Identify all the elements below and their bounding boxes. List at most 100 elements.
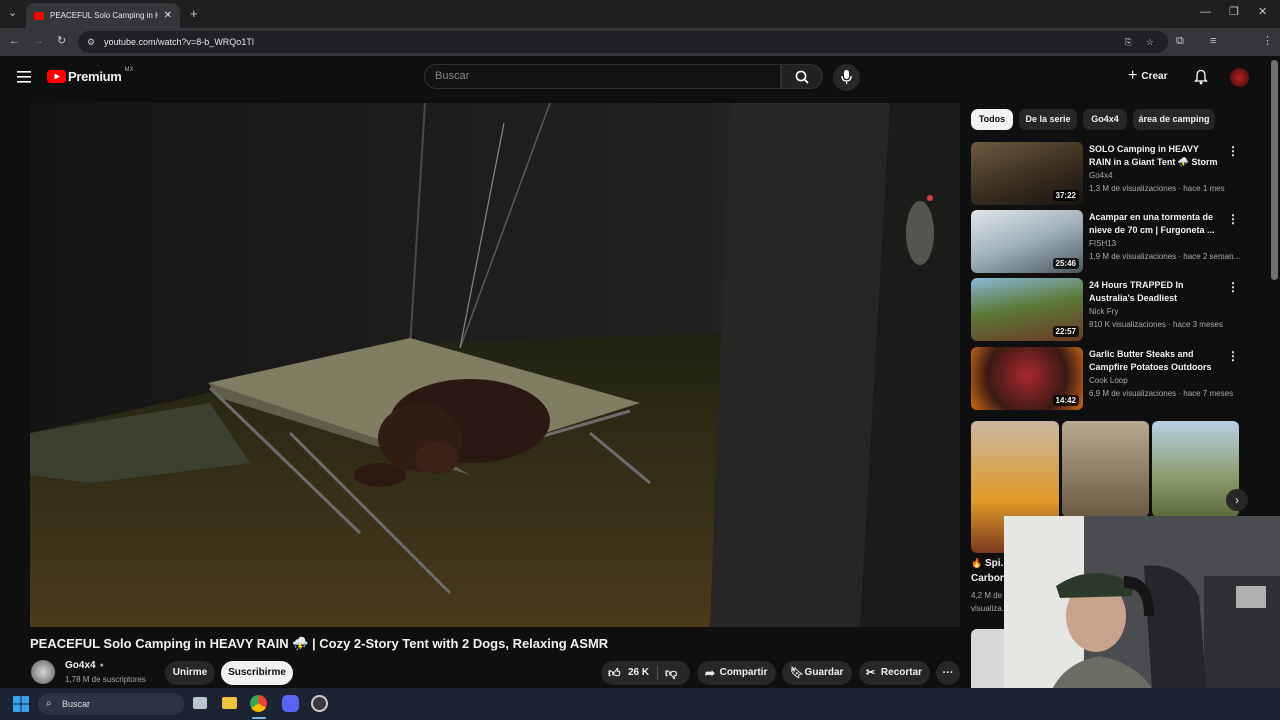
recommendation-thumbnail[interactable]: 25:46: [971, 210, 1083, 273]
youtube-favicon-icon: [34, 11, 44, 20]
share-arrow-icon: ➦: [705, 666, 716, 680]
taskbar-search-icon: ⌕: [46, 698, 52, 709]
channel-name-link[interactable]: Go4x4 ●: [65, 660, 104, 671]
reading-list-icon[interactable]: ≡: [1210, 36, 1216, 47]
share-button[interactable]: ➦ Compartir: [697, 661, 776, 685]
notifications-bell-icon[interactable]: [1194, 69, 1208, 85]
forward-icon[interactable]: →: [33, 36, 44, 47]
more-options-icon[interactable]: ⋮: [1227, 144, 1239, 158]
video-duration: 25:46: [1052, 258, 1079, 269]
file-explorer-icon[interactable]: [222, 697, 237, 709]
account-avatar[interactable]: [1230, 68, 1249, 87]
video-duration: 14:42: [1052, 395, 1079, 406]
site-info-icon[interactable]: ⚙: [87, 31, 95, 53]
taskbar-search-box[interactable]: ⌕ Buscar: [38, 693, 184, 715]
recommendation-title[interactable]: 24 Hours TRAPPED In Australia's Deadlies…: [1089, 279, 1221, 306]
short-thumbnail[interactable]: [1062, 421, 1149, 517]
browser-toolbar: ← → ↻ ⚙ youtube.com/watch?v=8-b_WRQo1Tl …: [0, 28, 1280, 76]
share-label: Compartir: [719, 667, 768, 678]
recommendation-thumbnail[interactable]: 37:22: [971, 142, 1083, 205]
browser-tab[interactable]: PEACEFUL Solo Camping in HEAVY RAIN ✕: [26, 3, 180, 28]
back-icon[interactable]: ←: [9, 36, 20, 47]
close-tab-icon[interactable]: ✕: [164, 10, 172, 21]
minimize-icon[interactable]: —: [1200, 7, 1211, 18]
dislike-icon[interactable]: 👎︎: [665, 661, 677, 685]
clip-button[interactable]: ✂ Recortar: [859, 661, 930, 685]
recommendation-channel[interactable]: Go4x4: [1089, 171, 1113, 180]
reload-icon[interactable]: ↻: [57, 36, 66, 47]
recommendation-channel[interactable]: FISH13: [1089, 239, 1116, 248]
tab-title: PEACEFUL Solo Camping in HEAVY RAIN: [50, 11, 158, 20]
extensions-icon[interactable]: ⧉: [1176, 36, 1184, 47]
recommendation-channel[interactable]: Nick Fry: [1089, 307, 1118, 316]
channel-name: Go4x4: [65, 660, 96, 671]
microphone-icon: [841, 70, 852, 84]
shorts-next-arrow-icon[interactable]: ›: [1226, 489, 1248, 511]
discord-taskbar-icon[interactable]: [282, 695, 299, 712]
subscribe-button[interactable]: Suscribirme: [221, 661, 293, 685]
chip-todos[interactable]: Todos: [971, 109, 1013, 130]
chip-area-de-camping[interactable]: área de camping: [1133, 109, 1215, 130]
recommendation-channel[interactable]: Cook Loop: [1089, 376, 1128, 385]
taskbar-search-label: Buscar: [62, 699, 91, 709]
chrome-taskbar-icon[interactable]: [250, 695, 267, 712]
more-options-icon[interactable]: ⋮: [1227, 349, 1239, 363]
like-divider: [657, 666, 658, 680]
recommendation-item[interactable]: 25:46 Acampar en una tormenta de nieve d…: [971, 210, 1241, 274]
chip-de-la-serie[interactable]: De la serie: [1019, 109, 1077, 130]
channel-avatar[interactable]: [31, 660, 55, 684]
recommendation-meta: 1,3 M de visualizaciones · hace 1 mes: [1089, 184, 1225, 193]
join-button[interactable]: Unirme: [165, 661, 215, 685]
subscriber-count: 1,78 M de suscriptores: [65, 675, 146, 684]
recommendation-title[interactable]: Acampar en una tormenta de nieve de 70 c…: [1089, 211, 1221, 237]
more-actions-button[interactable]: ···: [936, 661, 960, 685]
search-icon: [795, 70, 809, 84]
like-icon[interactable]: 👍︎: [608, 661, 621, 685]
more-options-icon[interactable]: ⋮: [1227, 212, 1239, 226]
windows-taskbar: ⌕ Buscar: [0, 688, 1280, 720]
scissors-icon: ✂: [866, 667, 876, 679]
install-icon[interactable]: ⎘: [1125, 31, 1132, 53]
video-duration: 37:22: [1052, 190, 1079, 201]
recommendation-item[interactable]: 37:22 SOLO Camping in HEAVY RAIN in a Gi…: [971, 142, 1241, 206]
maximize-icon[interactable]: ❐: [1229, 7, 1239, 18]
task-view-icon[interactable]: [193, 697, 207, 709]
recommendation-thumbnail[interactable]: 22:57: [971, 278, 1083, 341]
video-player[interactable]: [30, 103, 960, 627]
youtube-play-icon: [47, 70, 66, 83]
window-close-icon[interactable]: ✕: [1258, 7, 1267, 18]
hamburger-menu-icon[interactable]: [17, 71, 31, 83]
chip-go4x4[interactable]: Go4x4: [1083, 109, 1127, 130]
recommendation-item[interactable]: 14:42 Garlic Butter Steaks and Campfire …: [971, 347, 1241, 411]
plus-icon: +: [1128, 67, 1138, 84]
browser-tab-bar: ⌄ PEACEFUL Solo Camping in HEAVY RAIN ✕ …: [0, 0, 1280, 28]
short-meta: 4,2 M de: [971, 591, 1003, 600]
recommendation-title[interactable]: Garlic Butter Steaks and Campfire Potato…: [1089, 348, 1221, 374]
voice-search-button[interactable]: [833, 64, 860, 91]
windows-start-icon[interactable]: [13, 696, 29, 712]
recommendation-title[interactable]: SOLO Camping in HEAVY RAIN in a Giant Te…: [1089, 143, 1221, 170]
page-scrollbar[interactable]: [1271, 60, 1278, 280]
address-bar[interactable]: ⚙ youtube.com/watch?v=8-b_WRQo1Tl ⎘ ☆: [78, 31, 1168, 53]
chrome-menu-icon[interactable]: ⋮: [1262, 36, 1273, 47]
short-thumbnail[interactable]: [971, 629, 1005, 689]
search-input[interactable]: Buscar: [424, 64, 781, 89]
tab-search-icon[interactable]: ⌄: [8, 8, 17, 19]
youtube-header: Premium MX Buscar + Crear: [0, 56, 1270, 100]
create-button[interactable]: + Crear: [1128, 67, 1167, 84]
like-count[interactable]: 26 K: [628, 661, 649, 685]
recommendation-meta: 6,9 M de visualizaciones · hace 7 meses: [1089, 389, 1234, 398]
youtube-premium-logo[interactable]: Premium MX: [47, 67, 134, 84]
active-app-indicator: [252, 717, 266, 719]
recommendation-thumbnail[interactable]: 14:42: [971, 347, 1083, 410]
search-button[interactable]: [781, 64, 823, 89]
save-label: Guardar: [804, 667, 844, 678]
obs-taskbar-icon[interactable]: [311, 695, 328, 712]
save-button[interactable]: 🔖︎ Guardar: [782, 661, 852, 685]
recommendation-item[interactable]: 22:57 24 Hours TRAPPED In Australia's De…: [971, 278, 1241, 342]
new-tab-icon[interactable]: +: [190, 7, 198, 20]
bookmark-star-icon[interactable]: ☆: [1146, 31, 1154, 53]
more-options-icon[interactable]: ⋮: [1227, 280, 1239, 294]
recommendation-meta: 810 K visualizaciones · hace 3 meses: [1089, 320, 1223, 329]
verified-badge-icon: ●: [99, 662, 104, 669]
